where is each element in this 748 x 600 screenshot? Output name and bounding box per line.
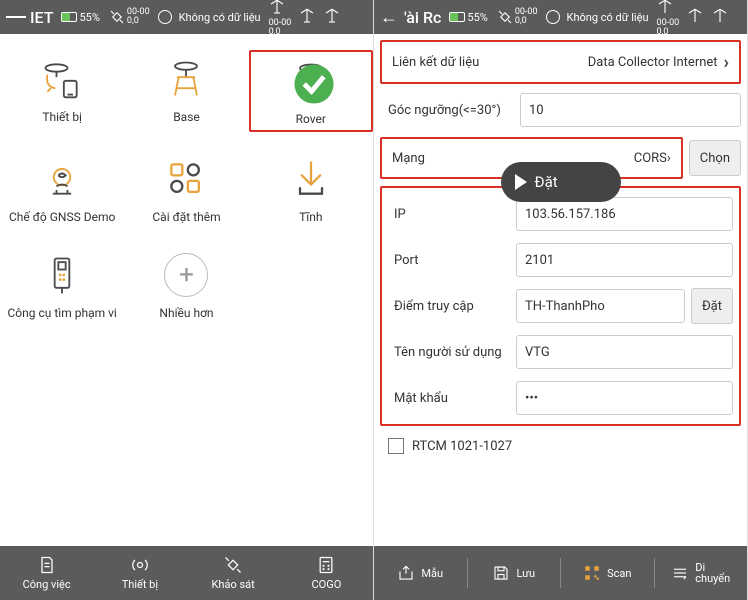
data-link-label: Liên kết dữ liệu (392, 55, 479, 70)
battery-indicator: 55% (449, 11, 487, 24)
base-label: Base (173, 110, 200, 124)
screen-left: IET 55% 00-000,0 Không có dữ liệu 00-000… (0, 0, 374, 600)
back-icon[interactable]: ← (380, 7, 400, 28)
nav-job[interactable]: Công việc (0, 546, 93, 600)
nav-device[interactable]: Thiết bị (93, 546, 186, 600)
device-label: Thiết bị (42, 110, 82, 124)
static-item[interactable]: Tĩnh (249, 150, 373, 228)
demo-item[interactable]: Chế độ GNSS Demo (0, 150, 124, 228)
rover-form: Liên kết dữ liệu Data Collector Internet… (374, 34, 747, 546)
base-item[interactable]: Base (124, 50, 248, 132)
ip-input[interactable]: 103.56.157.186 (516, 197, 733, 231)
ip-label: IP (388, 207, 516, 222)
data-link-row[interactable]: Liên kết dữ liệu Data Collector Internet… (380, 40, 741, 84)
plus-icon: + (164, 253, 208, 297)
pass-input[interactable]: ••• (516, 381, 733, 415)
nav-cogo[interactable]: COGO (280, 546, 373, 600)
satellite-icon[interactable]: 00-000,0 (108, 8, 150, 26)
export-icon (397, 564, 415, 582)
port-label: Port (388, 253, 516, 268)
document-icon (37, 555, 57, 575)
broadcast-icon (130, 555, 150, 575)
play-icon (515, 174, 527, 190)
network-value: CORS (634, 151, 667, 166)
antenna-icon-3[interactable] (711, 7, 729, 28)
user-label: Tên người sử dụng (388, 345, 516, 360)
device-item[interactable]: Thiết bị (0, 50, 124, 132)
play-set-button[interactable]: Đặt (501, 162, 621, 202)
battery-indicator: 55% (61, 11, 99, 24)
screen-right: ← 'ài Rc 55% 00-000,0 Không có dữ liệu 0… (374, 0, 748, 600)
checkbox-icon[interactable] (388, 438, 404, 454)
network-label: Mạng (392, 151, 425, 166)
data-link-value: Data Collector Internet (588, 55, 718, 70)
check-badge-icon (292, 62, 336, 106)
no-data-label: Không có dữ liệu (179, 11, 261, 24)
calculator-icon (316, 555, 336, 575)
tool-label: Công cụ tìm phạm vi (7, 306, 116, 320)
nav-survey[interactable]: Khảo sát (187, 546, 280, 600)
port-input[interactable]: 2101 (516, 243, 733, 277)
settings-label: Cài đặt thêm (152, 210, 220, 224)
antenna-icon-2[interactable] (686, 7, 704, 28)
chevron-right-icon: › (667, 151, 671, 166)
angle-input[interactable]: 10 (520, 93, 741, 127)
more-item[interactable]: + Nhiều hơn (124, 246, 248, 324)
rtcm-label: RTCM 1021-1027 (412, 439, 512, 454)
demo-label: Chế độ GNSS Demo (9, 210, 115, 224)
antenna-icon-2[interactable] (298, 7, 316, 28)
connection-fields: IP 103.56.157.186 Port 2101 Điểm truy cậ… (380, 186, 741, 426)
antenna-icon-1[interactable]: 00-000,0 (268, 0, 292, 37)
mount-label: Điểm truy cập (388, 299, 516, 314)
user-input[interactable]: VTG (516, 335, 733, 369)
screen-title-right: 'ài Rc (404, 8, 441, 27)
pass-label: Mật khẩu (388, 391, 516, 406)
satellite-icon[interactable]: 00-000,0 (496, 8, 538, 26)
settings-item[interactable]: Cài đặt thêm (124, 150, 248, 228)
antenna-icon-1[interactable]: 00-000,0 (656, 0, 680, 37)
mount-set-button[interactable]: Đặt (691, 288, 733, 324)
status-circle-icon[interactable] (546, 10, 560, 24)
angle-label: Góc ngưỡng(<=30°) (380, 103, 520, 118)
screen-title: IET (30, 8, 53, 27)
save-icon (492, 564, 510, 582)
list-icon (671, 564, 689, 582)
more-label: Nhiều hơn (159, 306, 213, 320)
rover-label: Rover (296, 112, 326, 126)
satellite-nav-icon (223, 555, 243, 575)
menu-icon[interactable] (6, 14, 26, 20)
rtcm-row[interactable]: RTCM 1021-1027 (380, 432, 741, 460)
bottom-nav: Công việc Thiết bị Khảo sát COGO (0, 546, 373, 600)
rover-item[interactable]: Rover (249, 50, 373, 132)
save-button[interactable]: Lưu (468, 558, 562, 588)
status-circle-icon[interactable] (158, 10, 172, 24)
qr-icon (583, 564, 601, 582)
static-label: Tĩnh (299, 210, 322, 224)
template-button[interactable]: Mẫu (374, 558, 468, 588)
move-button[interactable]: Dichuyển (655, 558, 748, 588)
scan-button[interactable]: Scan (561, 558, 655, 588)
battery-percent: 55% (79, 11, 99, 24)
mount-input[interactable]: TH-ThanhPho (516, 289, 685, 323)
device-grid: Thiết bị Base Rover Chế độ GNSS Demo Cài… (0, 34, 373, 546)
angle-row: Góc ngưỡng(<=30°) 10 (380, 90, 741, 130)
choose-button[interactable]: Chọn (689, 140, 741, 176)
bottom-bar-right: Mẫu Lưu Scan Dichuyển (374, 546, 747, 600)
antenna-icon-3[interactable] (323, 7, 341, 28)
status-bar-right: ← 'ài Rc 55% 00-000,0 Không có dữ liệu 0… (374, 0, 747, 34)
status-bar-left: IET 55% 00-000,0 Không có dữ liệu 00-000… (0, 0, 373, 34)
chevron-right-icon: › (724, 52, 729, 73)
tool-item[interactable]: Công cụ tìm phạm vi (0, 246, 124, 324)
